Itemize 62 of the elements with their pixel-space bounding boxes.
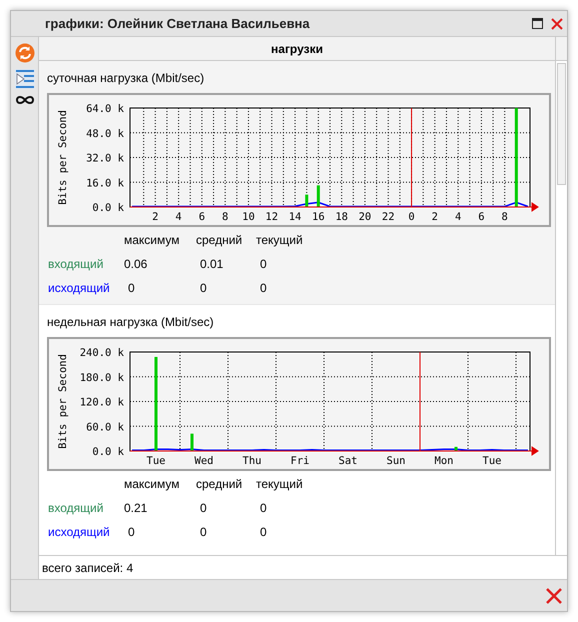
x-tick-label: 22 (382, 211, 395, 223)
table-cell-text: 0 (199, 500, 208, 517)
table-cell-text: 0 (259, 524, 268, 541)
x-tick-label: Sat (338, 455, 358, 467)
column-header: средний (196, 232, 244, 249)
x-tick-label: 8 (222, 211, 228, 223)
panel-header: нагрузки (39, 37, 555, 60)
series-label: входящий (48, 256, 104, 273)
x-tick-label: 12 (265, 211, 278, 223)
table-cell-text: 0.06 (124, 256, 148, 273)
x-tick-label: Sun (386, 455, 406, 467)
series-label: входящий (48, 500, 104, 517)
y-tick-label: 0.0 k (92, 446, 124, 458)
column-header: текущий (256, 232, 304, 249)
section-title: суточная нагрузка (Mbit/sec) (47, 70, 206, 85)
table-cell-text: 0 (127, 280, 136, 297)
y-axis-label: Bits per Second (57, 110, 69, 205)
column-header: максимум (124, 232, 181, 249)
column-header: текущий (256, 476, 304, 493)
column-header: средний (196, 476, 244, 493)
x-tick-label: 16 (312, 211, 325, 223)
x-tick-label: Tue (146, 455, 166, 467)
table-cell-text: 0 (199, 280, 208, 297)
x-tick-label: 2 (152, 211, 158, 223)
x-tick-label: 10 (242, 211, 255, 223)
x-tick-label: Thu (242, 455, 262, 467)
y-tick-label: 60.0 k (86, 421, 124, 434)
table-cell-text: 0 (259, 280, 268, 297)
table-cell-text: 0 (259, 256, 268, 273)
y-axis-label: Bits per Second (57, 354, 69, 449)
y-tick-label: 240.0 k (80, 347, 124, 359)
x-tick-label: 18 (335, 211, 348, 223)
x-tick-label: 4 (454, 211, 462, 223)
x-tick-label: 20 (358, 211, 372, 223)
y-tick-label: 32.0 k (86, 152, 124, 164)
column-header: максимум (124, 476, 181, 493)
series-label: исходящий (48, 524, 111, 541)
section-title: недельная нагрузка (Mbit/sec) (47, 314, 215, 329)
y-tick-label: 48.0 k (86, 128, 124, 140)
x-tick-label: 0 (408, 211, 415, 223)
x-tick-label: Fri (290, 455, 310, 467)
window-title: графики: Олейник Светлана Васильевна (45, 14, 311, 33)
x-tick-label: 8 (502, 211, 508, 223)
table-cell-text: 0 (259, 500, 268, 517)
y-tick-label: 64.0 k (86, 103, 124, 115)
y-tick-label: 180.0 k (80, 372, 124, 384)
x-tick-label: Tue (482, 455, 502, 467)
table-cell-text: 0 (127, 524, 136, 541)
table-cell-text: 0.21 (124, 500, 148, 517)
x-tick-label: Mon (434, 455, 454, 467)
table-cell-text: 0.01 (199, 256, 224, 273)
x-tick-label: 14 (288, 211, 302, 223)
x-tick-label: 4 (175, 211, 182, 223)
y-tick-label: 16.0 k (86, 177, 124, 190)
x-tick-label: Wed (194, 455, 214, 467)
x-tick-label: 6 (478, 211, 485, 223)
y-tick-label: 120.0 k (80, 396, 124, 408)
x-tick-label: 2 (432, 211, 438, 223)
series-label: исходящий (48, 280, 111, 297)
y-tick-label: 0.0 k (92, 202, 124, 214)
x-tick-label: 6 (198, 211, 206, 223)
table-cell-text: 0 (199, 524, 208, 541)
